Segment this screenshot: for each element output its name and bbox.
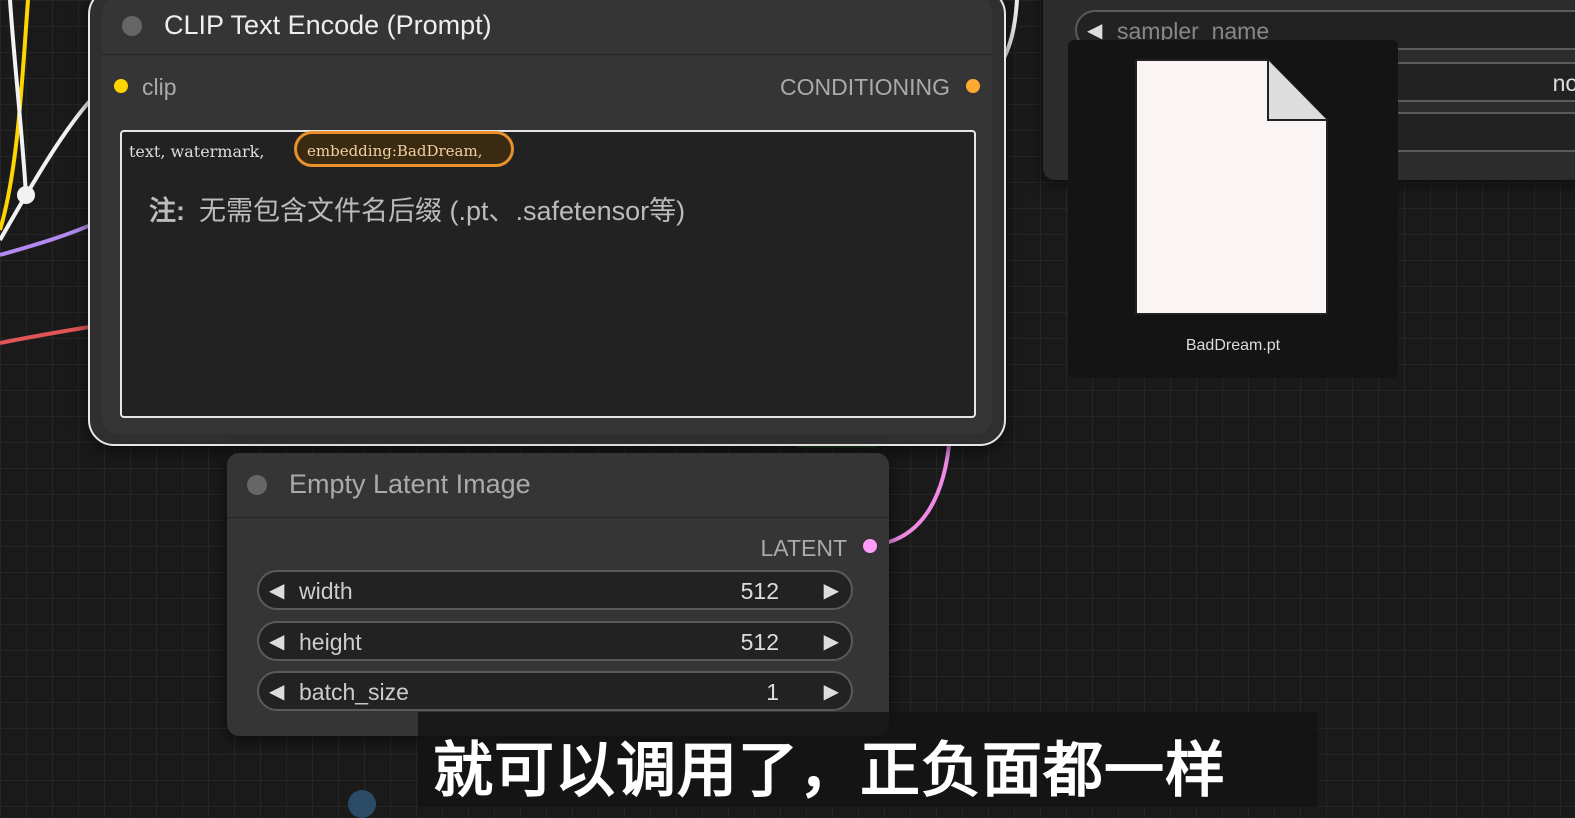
collapse-dot[interactable]	[122, 16, 142, 36]
red-wire	[0, 323, 103, 345]
widget-value: 512	[740, 629, 779, 655]
arrow-right-icon[interactable]: ▶	[824, 629, 839, 654]
partial-element	[348, 790, 376, 818]
latent-output-label: LATENT	[760, 535, 847, 561]
widget-label: width	[299, 578, 353, 604]
widget-value: 1	[766, 679, 779, 705]
latent-node-title-bar[interactable]: Empty Latent Image	[227, 453, 889, 518]
node-title: Empty Latent Image	[289, 469, 531, 499]
widget-label: height	[299, 629, 362, 655]
arrow-left-icon[interactable]: ◀	[269, 679, 284, 704]
reroute-dot[interactable]	[17, 186, 35, 204]
conditioning-output-label: CONDITIONING	[780, 74, 950, 100]
arrow-right-icon[interactable]: ▶	[824, 578, 839, 603]
embedding-text: embedding:BadDream,	[307, 142, 483, 160]
latent-output-slot[interactable]	[863, 539, 877, 553]
clip-input-label: clip	[142, 74, 177, 100]
widget-value: 512	[740, 578, 779, 604]
collapse-dot[interactable]	[247, 475, 267, 495]
file-name: BadDream.pt	[1185, 337, 1281, 354]
clip-node-title-bar[interactable]: CLIP Text Encode (Prompt)	[102, 0, 992, 55]
clip-input-slot[interactable]	[114, 79, 128, 93]
purple-wire	[0, 218, 103, 257]
empty-latent-image-node[interactable]: Empty Latent Image LATENT ◀ width 512 ▶ …	[227, 453, 889, 736]
clip-text-encode-node[interactable]: CLIP Text Encode (Prompt) clip CONDITION…	[88, 0, 1006, 446]
subtitle-text: 就可以调用了，正负面都一样	[433, 736, 1226, 806]
arrow-left-icon[interactable]: ◀	[269, 629, 284, 654]
prompt-textarea[interactable]: text, watermark, embedding:BadDream, 注: …	[120, 130, 976, 418]
note-label: 注:	[149, 196, 185, 226]
width-widget[interactable]: ◀ width 512 ▶	[257, 570, 853, 610]
subtitle-caption: 就可以调用了，正负面都一样	[418, 712, 1318, 807]
arrow-right-icon[interactable]: ▶	[824, 679, 839, 704]
file-icon	[1135, 59, 1328, 315]
file-preview-panel: BadDream.pt	[1068, 40, 1398, 378]
widget-value: norm	[1552, 70, 1575, 96]
conditioning-output-slot[interactable]	[966, 79, 980, 93]
height-widget[interactable]: ◀ height 512 ▶	[257, 621, 853, 661]
widget-label: batch_size	[299, 679, 409, 705]
prompt-text: text, watermark,	[129, 142, 265, 161]
node-title: CLIP Text Encode (Prompt)	[164, 10, 492, 40]
note-text: 无需包含文件名后缀 (.pt、.safetensor等)	[199, 196, 686, 226]
batch-size-widget[interactable]: ◀ batch_size 1 ▶	[257, 671, 853, 711]
arrow-left-icon[interactable]: ◀	[269, 578, 284, 603]
